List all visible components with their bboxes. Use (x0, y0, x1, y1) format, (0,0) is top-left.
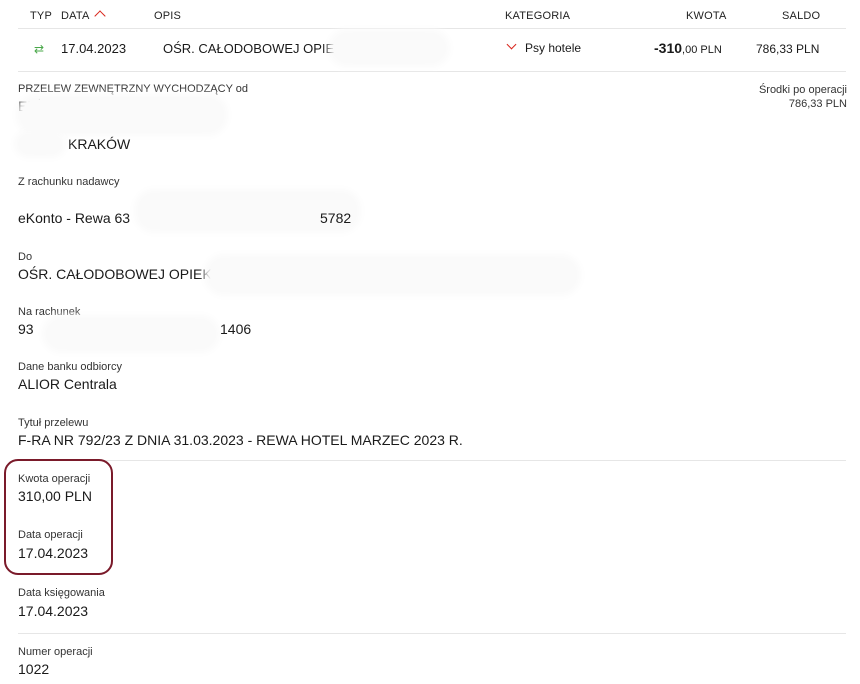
from-account-suffix: 5782 (320, 210, 352, 226)
sort-ascending-icon (93, 10, 106, 22)
from-account-label: Z rachunku nadawcy (18, 176, 120, 188)
to-label: Do (18, 251, 33, 263)
chevron-down-icon[interactable] (506, 39, 517, 50)
col-header-typ[interactable]: TYP (30, 10, 52, 22)
divider (18, 633, 846, 634)
recipient-name: OŚR. CAŁODOBOWEJ OPIEKI (18, 266, 216, 282)
col-header-data[interactable]: DATA (61, 10, 106, 22)
redacted-area (48, 321, 214, 347)
redacted-area (22, 100, 222, 130)
bank-label: Dane banku odbiorcy (18, 361, 122, 373)
bank-value: ALIOR Centrala (18, 376, 117, 392)
funds-after-label: Środki po operacji (758, 84, 847, 96)
divider (18, 460, 846, 461)
to-account-label: Na rachunek (18, 306, 81, 318)
amount-main: -310 (654, 40, 683, 56)
booking-date-label: Data księgowania (18, 587, 105, 599)
transaction-date: 17.04.2023 (61, 41, 127, 56)
op-number-value: 1022 (18, 661, 50, 677)
transactions-table-header: TYP DATA OPIS KATEGORIA KWOTA SALDO (0, 0, 860, 28)
title-value: F-RA NR 792/23 Z DNIA 31.03.2023 - REWA … (18, 432, 463, 448)
col-header-saldo[interactable]: SALDO (782, 10, 820, 22)
funds-after-value: 786,33 PLN (788, 98, 847, 110)
highlight-annotation (4, 459, 113, 575)
col-header-kategoria[interactable]: KATEGORIA (505, 10, 570, 22)
title-label: Tytuł przelewu (18, 417, 89, 429)
transaction-category[interactable]: Psy hotele (525, 41, 581, 55)
col-header-data-label: DATA (61, 10, 90, 22)
op-number-label: Numer operacji (18, 646, 93, 658)
transfer-type-label: PRZELEW ZEWNĘTRZNY WYCHODZĄCY od (18, 83, 249, 95)
from-account-prefix: eKonto - Rewa 63 (18, 210, 131, 226)
amount-decimal: ,00 PLN (682, 44, 722, 56)
col-header-kwota[interactable]: KWOTA (686, 10, 727, 22)
transaction-description: OŚR. CAŁODOBOWEJ OPIEKI (163, 41, 347, 56)
col-header-opis[interactable]: OPIS (154, 10, 181, 22)
sender-city: KRAKÓW (68, 136, 131, 152)
transaction-amount: -310,00 PLN (654, 40, 722, 56)
to-account-prefix: 93 (18, 321, 34, 337)
redacted-area (20, 136, 60, 152)
transfer-arrows-icon: ⇄ (34, 42, 45, 56)
to-account-suffix: 1406 (220, 321, 252, 337)
transaction-balance: 786,33 PLN (756, 42, 820, 56)
redacted-area (210, 260, 575, 290)
booking-date-value: 17.04.2023 (18, 603, 89, 619)
redacted-area (334, 35, 444, 61)
transaction-row[interactable]: ⇄ 17.04.2023 OŚR. CAŁODOBOWEJ OPIEKI Psy… (18, 28, 846, 72)
